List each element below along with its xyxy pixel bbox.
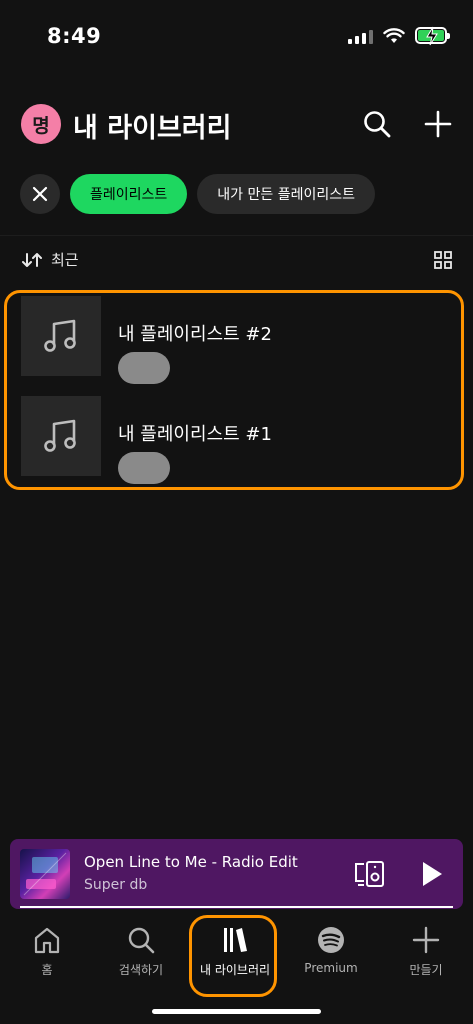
music-note-icon (44, 419, 76, 452)
search-button[interactable] (359, 106, 395, 142)
clear-filter-button[interactable] (20, 174, 60, 214)
connect-device-button[interactable] (353, 857, 387, 891)
bottom-nav: 홈 검색하기 내 라이브러리 Premium 만들기 (0, 915, 473, 1005)
redacted-subtitle (118, 452, 170, 484)
play-button[interactable] (414, 857, 448, 891)
track-title: Open Line to Me - Radio Edit (84, 853, 298, 871)
playlist-thumbnail (21, 296, 101, 376)
sort-label: 최근 (51, 251, 79, 269)
playback-progress[interactable] (20, 906, 453, 908)
status-time: 8:49 (47, 24, 102, 48)
status-icons (348, 26, 450, 46)
filter-chips: 플레이리스트 내가 만든 플레이리스트 (20, 174, 375, 214)
spotify-icon (318, 927, 344, 953)
page-title: 내 라이브러리 (73, 113, 232, 144)
header-divider (0, 235, 473, 236)
wifi-icon (383, 27, 405, 43)
playlist-list: 내 플레이리스트 #2 내 플레이리스트 #1 (4, 290, 464, 490)
cellular-signal-icon (348, 28, 373, 44)
nav-home[interactable]: 홈 (0, 925, 94, 978)
grid-view-button[interactable] (434, 251, 452, 269)
nav-premium[interactable]: Premium (284, 925, 378, 975)
library-icon (224, 928, 247, 952)
profile-avatar[interactable]: 명 (21, 104, 61, 144)
close-icon (32, 186, 48, 202)
list-item[interactable]: 내 플레이리스트 #2 (21, 296, 441, 384)
music-note-icon (44, 319, 76, 352)
progress-fill (20, 906, 453, 908)
add-button[interactable] (420, 106, 456, 142)
nav-label: 검색하기 (118, 963, 164, 977)
playlist-title: 내 플레이리스트 #2 (118, 324, 272, 345)
sort-button[interactable]: 최근 (21, 249, 79, 270)
plus-icon (424, 110, 452, 138)
playlist-thumbnail (21, 396, 101, 476)
search-icon (364, 111, 391, 138)
nav-library[interactable]: 내 라이브러리 (188, 925, 282, 978)
nav-label: Premium (304, 961, 358, 975)
nav-search[interactable]: 검색하기 (94, 925, 188, 978)
home-icon (34, 927, 60, 954)
nav-label: 내 라이브러리 (199, 963, 271, 977)
filter-chip-my-playlists[interactable]: 내가 만든 플레이리스트 (197, 174, 375, 214)
sort-icon (22, 252, 42, 267)
mini-player[interactable]: Open Line to Me - Radio Edit Super db (10, 839, 463, 909)
filter-chip-playlists[interactable]: 플레이리스트 (70, 174, 188, 214)
track-artist: Super db (84, 877, 148, 893)
plus-icon (412, 926, 440, 954)
redacted-subtitle (118, 352, 170, 384)
home-indicator (152, 1009, 321, 1014)
status-bar: 8:49 (0, 0, 473, 70)
nav-label: 만들기 (409, 963, 443, 977)
library-header: 명 내 라이브러리 (0, 98, 473, 150)
play-icon (423, 862, 442, 886)
nav-create[interactable]: 만들기 (379, 925, 473, 978)
search-icon (128, 927, 155, 954)
battery-icon (415, 26, 450, 46)
album-art (20, 849, 70, 899)
list-item[interactable]: 내 플레이리스트 #1 (21, 396, 441, 484)
grid-icon (434, 251, 452, 269)
nav-label: 홈 (41, 963, 53, 977)
devices-icon (355, 861, 384, 887)
playlist-title: 내 플레이리스트 #1 (118, 424, 272, 445)
